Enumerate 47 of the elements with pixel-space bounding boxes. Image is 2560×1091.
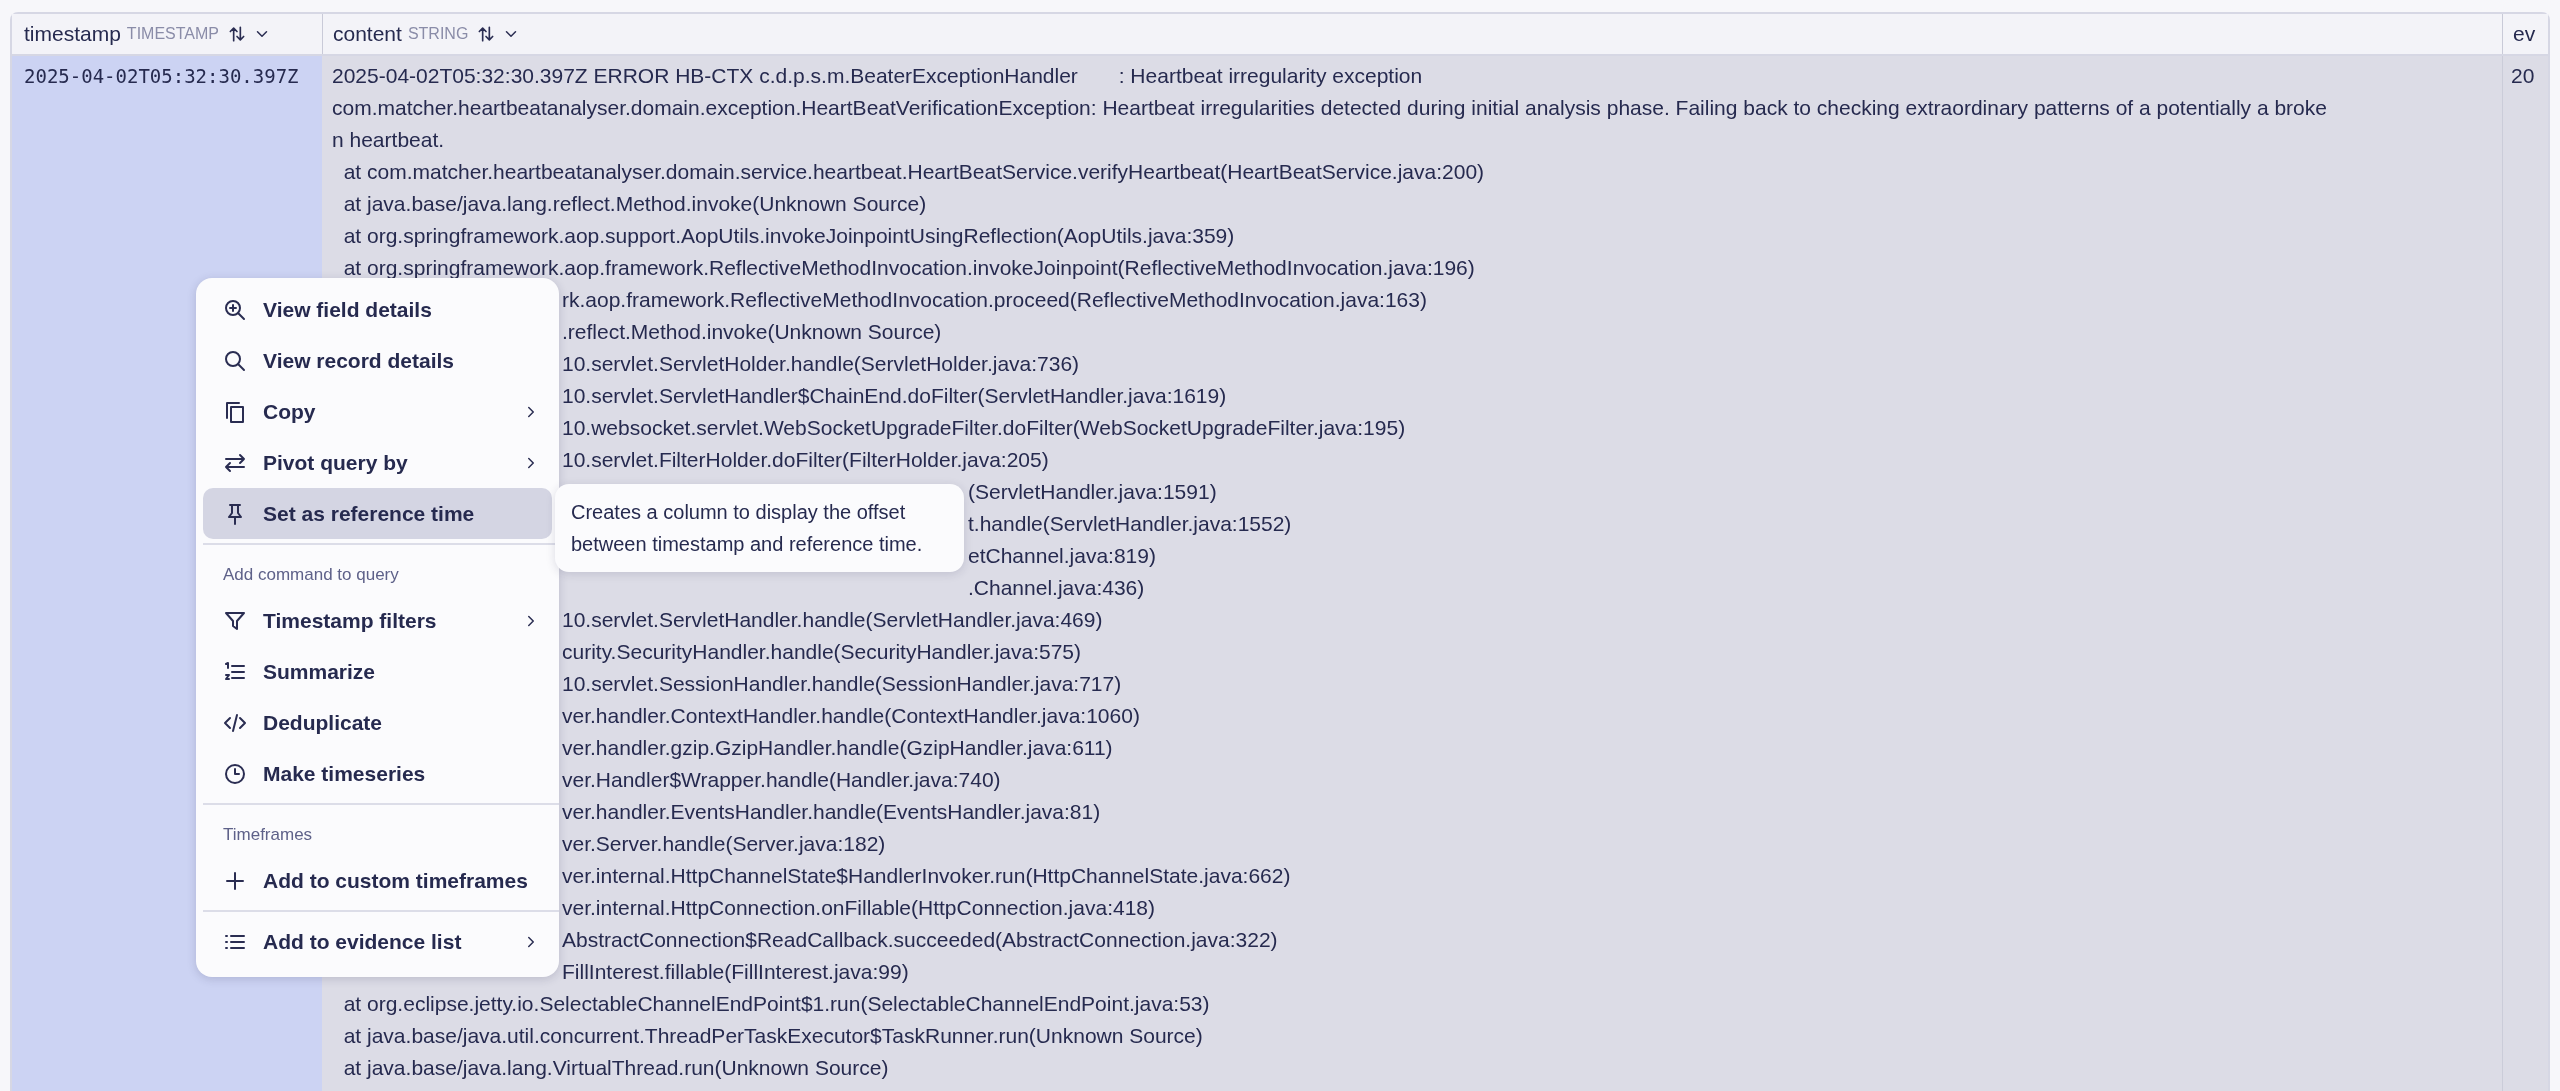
log-line: ver.handler.ContextHandler.handle(ContextHandler.java:1060) [562, 703, 1140, 729]
log-line: (ServletHandler.java:1591) [968, 479, 1217, 505]
log-line: ver.handler.gzip.GzipHandler.handle(GzipHandler.java:611) [562, 735, 1113, 761]
log-line: AbstractConnection$ReadCallback.succeeded(AbstractConnection.java:322) [562, 927, 1278, 953]
column-header[interactable]: ev [2513, 22, 2536, 46]
copy-icon [223, 399, 247, 424]
log-line: at com.matcher.heartbeatanalyser.domain.service.heartbeat.HeartBeatService.verifyHeartbeat(HeartBeatService.java:200) [342, 159, 1485, 185]
log-line: .reflect.Method.invoke(Unknown Source) [562, 319, 942, 345]
log-line: etChannel.java:819) [968, 543, 1156, 569]
log-line: ver.Server.handle(Server.java:182) [562, 831, 886, 857]
log-line: ver.internal.HttpChannelState$HandlerInvoker.run(HttpChannelState.java:662) [562, 863, 1291, 889]
clock-icon [223, 761, 247, 786]
log-line: 10.servlet.SessionHandler.handle(SessionHandler.java:717) [562, 671, 1122, 697]
tooltip: Creates a column to display the offset between timestamp and reference time. [555, 484, 964, 572]
log-line: rk.aop.framework.ReflectiveMethodInvocation.proceed(ReflectiveMethodInvocation.java:163) [562, 287, 1427, 313]
log-line: at org.springframework.aop.support.AopUtils.invokeJoinpointUsingReflection(AopUtils.java:359) [342, 223, 1235, 249]
log-line: t.handle(ServletHandler.java:1552) [968, 511, 1292, 537]
log-line: 10.websocket.servlet.WebSocketUpgradeFilter.doFilter(WebSocketUpgradeFilter.java:195) [562, 415, 1406, 441]
log-line: at org.eclipse.jetty.io.SelectableChannelEndPoint$1.run(SelectableChannelEndPoint.java:53) [342, 991, 1210, 1017]
column-type: TIMESTAMP [126, 25, 219, 43]
log-line: 10.servlet.ServletHandler.handle(ServletHandler.java:469) [562, 607, 1103, 633]
log-line: 10.servlet.ServletHandler$ChainEnd.doFilter(ServletHandler.java:1619) [562, 383, 1227, 409]
table-cell: 20 [2511, 64, 2535, 87]
log-line: com.matcher.heartbeatanalyser.domain.exception.HeartBeatVerificationException: Heartbeat irregularities detected during initial analysis phase. Failing back to checking extraordinary patterns of a potentially a broke [332, 95, 2327, 121]
log-line: 10.servlet.ServletHolder.handle(ServletHolder.java:736) [562, 351, 1080, 377]
log-line: at org.springframework.aop.framework.ReflectiveMethodInvocation.invokeJoinpoint(ReflectiveMethodInvocation.java:196) [342, 255, 1475, 281]
menu-item[interactable]: Set as reference time [203, 488, 552, 539]
log-line: 10.servlet.FilterHolder.doFilter(FilterHolder.java:205) [562, 447, 1049, 473]
log-line: ver.Handler$Wrapper.handle(Handler.java:740) [562, 767, 1001, 793]
log-line: ver.internal.HttpConnection.onFillable(HttpConnection.java:418) [562, 895, 1155, 921]
column-header[interactable]: content [333, 22, 402, 46]
log-line: at java.base/java.lang.reflect.Method.invoke(Unknown Source) [342, 191, 927, 217]
search-icon [223, 348, 247, 373]
log-line: .Channel.java:436) [968, 575, 1145, 601]
log-line: ver.handler.EventsHandler.handle(EventsHandler.java:81) [562, 799, 1101, 825]
column-header[interactable]: timestamp [24, 22, 121, 46]
log-line: n heartbeat. [332, 127, 445, 153]
log-line: curity.SecurityHandler.handle(SecurityHandler.java:575) [562, 639, 1082, 665]
column-type: STRING [407, 25, 469, 43]
log-line: 2025-04-02T05:32:30.397Z ERROR HB-CTX c.d.p.s.m.BeaterExceptionHandler : Heartbeat irregularity exception [332, 63, 1423, 89]
sort-icon [227, 24, 247, 44]
menu-section-title: Timeframes [222, 824, 314, 846]
zoom-in-icon [223, 297, 247, 322]
log-line: at java.base/java.util.concurrent.ThreadPerTaskExecutor$TaskRunner.run(Unknown Source) [342, 1023, 1203, 1049]
log-line: FillInterest.fillable(FillInterest.java:99) [562, 959, 909, 985]
log-line: at java.base/java.lang.VirtualThread.run(Unknown Source) [342, 1055, 889, 1081]
sort-icon [476, 24, 497, 44]
